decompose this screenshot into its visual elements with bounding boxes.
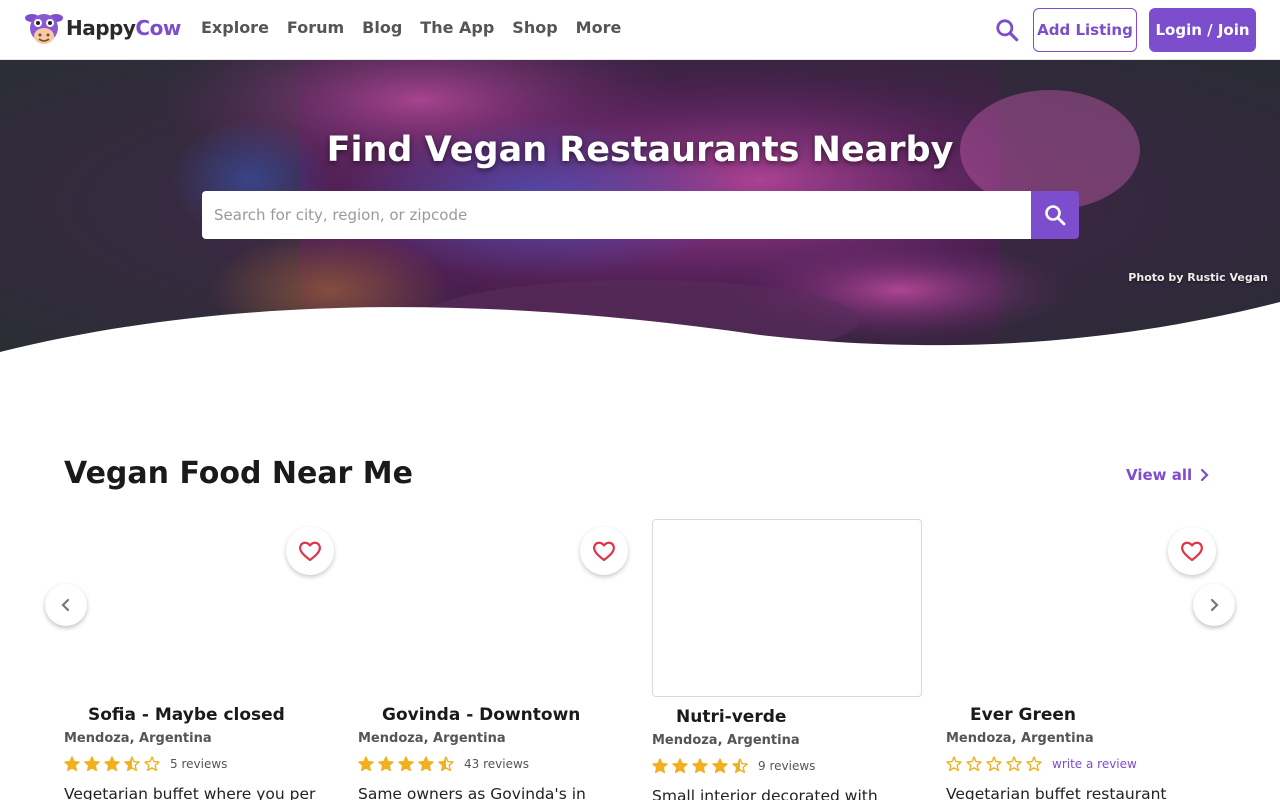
logo-happy: Happy [66, 16, 136, 40]
star-rating [358, 756, 454, 772]
star-empty-icon [1026, 756, 1042, 772]
login-join-button[interactable]: Login / Join [1149, 8, 1256, 52]
carousel-prev-button[interactable] [45, 584, 87, 626]
write-review-link[interactable]: write a review [1052, 757, 1137, 771]
restaurant-rating: write a review [946, 756, 1137, 772]
logo-cow: Cow [135, 16, 181, 40]
photo-credit[interactable]: Photo by Rustic Vegan [1128, 271, 1268, 284]
star-half-icon [438, 756, 454, 772]
search-icon [996, 19, 1019, 42]
star-full-icon [418, 756, 434, 772]
star-full-icon [84, 756, 100, 772]
restaurant-card[interactable]: Sofia - Maybe closed Mendoza, Argentina … [64, 519, 334, 800]
restaurant-name[interactable]: Govinda - Downtown [382, 705, 580, 725]
favorite-button[interactable] [580, 527, 628, 575]
happycow-logo[interactable]: HappyCow [24, 9, 181, 47]
star-empty-icon [966, 756, 982, 772]
chevron-left-icon [61, 598, 70, 612]
star-empty-icon [986, 756, 1002, 772]
main-nav: Explore Forum Blog The App Shop More [201, 18, 621, 37]
star-full-icon [672, 758, 688, 774]
restaurant-location: Mendoza, Argentina [652, 733, 800, 748]
nav-forum[interactable]: Forum [287, 18, 344, 37]
add-listing-button[interactable]: Add Listing [1033, 8, 1137, 52]
review-count[interactable]: 9 reviews [758, 759, 815, 773]
star-full-icon [692, 758, 708, 774]
star-full-icon [652, 758, 668, 774]
star-empty-icon [144, 756, 160, 772]
location-search-box [202, 191, 1032, 239]
heart-icon [593, 541, 615, 562]
chevron-right-icon [1201, 468, 1209, 482]
heart-icon [1181, 541, 1203, 562]
star-rating [64, 756, 160, 772]
restaurant-location: Mendoza, Argentina [64, 731, 212, 746]
top-header: HappyCow Explore Forum Blog The App Shop… [0, 0, 1280, 60]
restaurant-name[interactable]: Sofia - Maybe closed [88, 705, 285, 725]
star-half-icon [732, 758, 748, 774]
restaurant-description: Vegetarian buffet where you per [64, 785, 316, 800]
star-full-icon [378, 756, 394, 772]
restaurant-rating: 5 reviews [64, 756, 227, 772]
section-title: Vegan Food Near Me [64, 456, 413, 491]
restaurant-location: Mendoza, Argentina [946, 731, 1094, 746]
restaurant-rating: 9 reviews [652, 758, 815, 774]
review-count[interactable]: 43 reviews [464, 757, 529, 771]
restaurant-location: Mendoza, Argentina [358, 731, 506, 746]
hero-banner: Find Vegan Restaurants Nearby Photo by R… [0, 60, 1280, 380]
nav-explore[interactable]: Explore [201, 18, 269, 37]
restaurant-description: Vegetarian buffet restaurant [946, 785, 1167, 800]
nav-shop[interactable]: Shop [512, 18, 557, 37]
restaurant-description: Same owners as Govinda's in [358, 785, 586, 800]
star-full-icon [64, 756, 80, 772]
view-all-link[interactable]: View all [1126, 466, 1210, 484]
star-full-icon [712, 758, 728, 774]
carousel-next-button[interactable] [1193, 584, 1235, 626]
star-rating [946, 756, 1042, 772]
header-search-button[interactable] [994, 17, 1020, 43]
location-search-input[interactable] [202, 191, 1032, 239]
hero-title: Find Vegan Restaurants Nearby [326, 130, 954, 170]
restaurant-name[interactable]: Ever Green [970, 705, 1076, 725]
star-full-icon [104, 756, 120, 772]
view-all-label: View all [1126, 466, 1193, 484]
logo-text: HappyCow [66, 16, 181, 40]
star-full-icon [358, 756, 374, 772]
favorite-button[interactable] [1168, 527, 1216, 575]
star-rating [652, 758, 748, 774]
restaurant-card[interactable]: Ever Green Mendoza, Argentina write a re… [946, 519, 1216, 800]
nav-more[interactable]: More [576, 18, 622, 37]
star-full-icon [398, 756, 414, 772]
heart-icon [299, 541, 321, 562]
star-empty-icon [946, 756, 962, 772]
restaurant-description: Small interior decorated with [652, 787, 878, 800]
restaurant-name[interactable]: Nutri-verde [676, 707, 786, 727]
cow-logo-icon [25, 14, 63, 44]
review-count[interactable]: 5 reviews [170, 757, 227, 771]
star-half-icon [124, 756, 140, 772]
star-empty-icon [1006, 756, 1022, 772]
restaurant-card[interactable]: Govinda - Downtown Mendoza, Argentina 43… [358, 519, 628, 800]
restaurant-image[interactable] [652, 519, 922, 697]
restaurant-rating: 43 reviews [358, 756, 529, 772]
chevron-right-icon [1210, 598, 1219, 612]
favorite-button[interactable] [286, 527, 334, 575]
restaurant-card[interactable]: Nutri-verde Mendoza, Argentina 9 reviews… [652, 519, 922, 800]
location-search-submit[interactable] [1031, 191, 1079, 239]
nav-blog[interactable]: Blog [362, 18, 402, 37]
nav-the-app[interactable]: The App [420, 18, 494, 37]
search-icon [1045, 205, 1066, 226]
